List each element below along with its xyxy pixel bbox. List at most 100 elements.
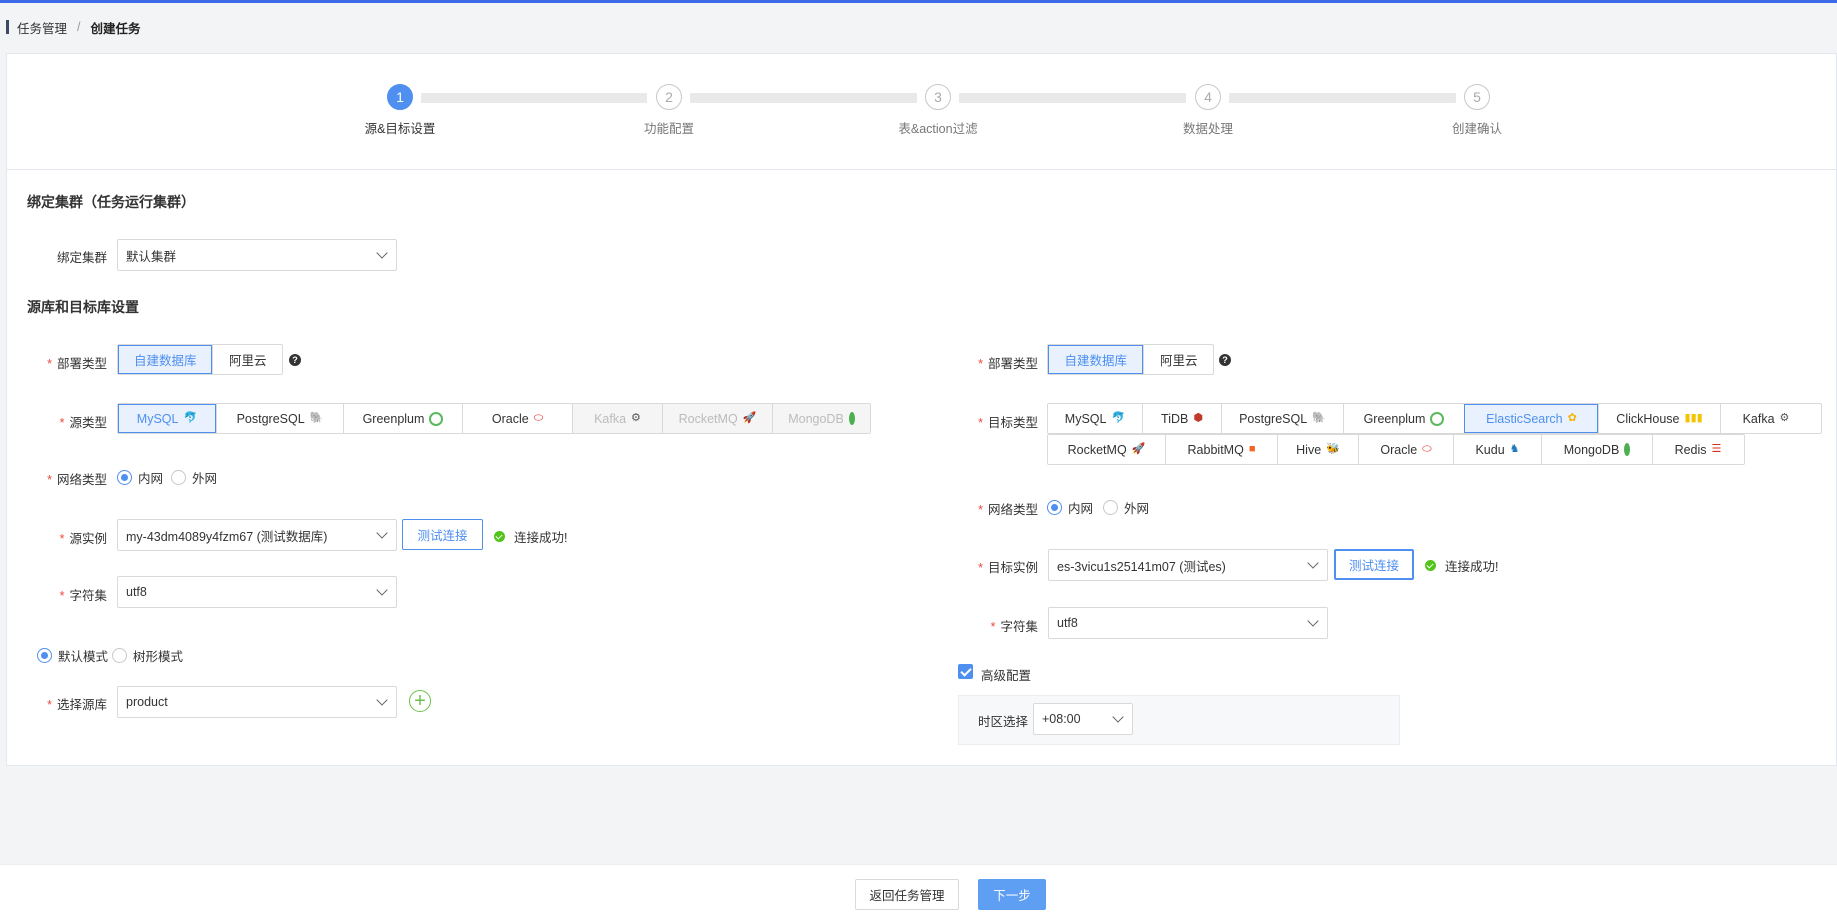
mysql-icon: 🐬 [183,412,198,424]
source-db-label-text: 选择源库 [56,698,107,712]
target-type-oracle-label: Oracle [1380,442,1418,457]
source-network-public-radio[interactable]: 外网 [171,468,217,487]
source-charset-value: utf8 [126,585,147,599]
step-5-circle: 5 [1464,84,1490,110]
target-type-mysql[interactable]: MySQL 🐬 [1048,404,1142,433]
radio-dot-checked [37,648,52,663]
target-type-greenplum-label: Greenplum [1363,411,1426,426]
target-type-postgresql[interactable]: PostgreSQL 🐘 [1221,404,1343,433]
source-instance-select[interactable]: my-43dm4089y4fzm67 (测试数据库) [117,519,397,551]
breadcrumb: 任务管理 / 创建任务 [6,18,141,36]
target-type-greenplum[interactable]: Greenplum [1343,404,1464,433]
target-type-kudu[interactable]: Kudu ♞ [1453,435,1541,464]
source-deploy-aliyun[interactable]: 阿里云 [212,345,282,374]
radio-dot [171,470,186,485]
source-charset-label-text: 字符集 [69,589,107,603]
target-type-rocketmq[interactable]: RocketMQ 🚀 [1048,435,1165,464]
breadcrumb-current: 创建任务 [90,21,141,36]
source-type-oracle-label: Oracle [491,411,529,426]
step-connector-2 [690,93,917,103]
target-test-connection-button[interactable]: 测试连接 [1334,549,1414,580]
target-type-kafka-label: Kafka [1742,411,1775,426]
target-deploy-aliyun[interactable]: 阿里云 [1143,345,1213,374]
target-type-hive[interactable]: Hive 🐝 [1277,435,1358,464]
mongodb-icon [1624,443,1631,456]
source-type-mongodb: MongoDB [772,404,870,433]
breadcrumb-parent-link[interactable]: 任务管理 [17,18,67,37]
target-instance-select[interactable]: es-3vicu1s25141m07 (测试es) [1048,549,1328,581]
source-type-label: * 源类型 [40,412,107,431]
source-connect-status: 连接成功! [494,527,567,546]
source-db-select[interactable]: product [117,686,397,718]
source-instance-value: my-43dm4089y4fzm67 (测试数据库) [126,529,328,544]
source-type-kafka: Kafka ⚙ [572,404,662,433]
help-icon[interactable]: ? [1219,354,1231,366]
timezone-select[interactable]: +08:00 [1033,703,1133,735]
target-type-redis[interactable]: Redis ☰ [1652,435,1743,464]
chevron-down-icon [376,584,388,596]
source-type-oracle[interactable]: Oracle ⬭ [462,404,572,433]
steps-divider [6,169,1837,170]
target-network-public-radio[interactable]: 外网 [1103,498,1149,517]
source-type-greenplum[interactable]: Greenplum [343,404,462,433]
advanced-config-checkbox[interactable] [958,664,973,679]
add-database-icon[interactable]: + [409,690,431,712]
source-deploy-label-text: 部署类型 [56,357,107,371]
target-type-rabbitmq-label: RabbitMQ [1187,442,1244,457]
source-network-intranet-label: 内网 [138,472,164,486]
back-to-task-management-button[interactable]: 返回任务管理 [855,879,959,910]
required-mark: * [978,416,983,430]
radio-dot [1103,500,1118,515]
target-type-mongodb[interactable]: MongoDB [1541,435,1652,464]
target-charset-select[interactable]: utf8 [1048,607,1328,639]
target-deploy-self-hosted[interactable]: 自建数据库 [1048,345,1144,374]
oracle-icon: ⬭ [533,412,544,424]
rocketmq-icon: 🚀 [742,412,757,424]
oracle-icon: ⬭ [1422,443,1432,455]
target-network-intranet-radio[interactable]: 内网 [1047,498,1093,517]
mysql-icon: 🐬 [1111,412,1126,424]
redis-icon: ☰ [1711,443,1722,455]
source-type-mysql[interactable]: MySQL 🐬 [118,404,216,433]
mode-default-label: 默认模式 [58,650,109,664]
source-test-connection-button[interactable]: 测试连接 [402,519,483,550]
target-type-clickhouse[interactable]: ClickHouse ▮▮▮ [1598,404,1720,433]
help-icon[interactable]: ? [289,354,301,366]
db-section-title: 源库和目标库设置 [27,299,139,315]
target-type-rabbitmq[interactable]: RabbitMQ ■ [1165,435,1277,464]
mongodb-icon [848,412,855,425]
mode-tree-radio[interactable]: 树形模式 [112,646,183,665]
target-instance-label: * 目标实例 [971,557,1038,576]
target-type-tidb[interactable]: TiDB ⬢ [1142,404,1221,433]
source-type-mongodb-label: MongoDB [788,411,844,426]
required-mark: * [978,561,983,575]
target-type-elasticsearch[interactable]: ElasticSearch ✿ [1464,404,1598,433]
target-type-oracle[interactable]: Oracle ⬭ [1358,435,1453,464]
step-2-label: 功能配置 [643,122,694,136]
required-mark: * [47,473,52,487]
source-charset-select[interactable]: utf8 [117,576,397,608]
kudu-icon: ♞ [1509,443,1520,455]
source-deploy-segmented: 自建数据库 阿里云 [117,344,283,375]
success-check-icon [494,531,505,542]
target-type-segmented-row2: RocketMQ 🚀 RabbitMQ ■ Hive 🐝 Oracle ⬭ Kudu ♞ … [1047,434,1745,465]
source-deploy-self-hosted[interactable]: 自建数据库 [118,345,213,374]
step-connector-4 [1229,93,1456,103]
kafka-icon: ⚙ [1779,412,1790,424]
source-type-postgresql[interactable]: PostgreSQL 🐘 [216,404,343,433]
cluster-select[interactable]: 默认集群 [117,239,397,271]
chevron-down-icon [1307,557,1319,569]
required-mark: * [47,698,52,712]
chevron-down-icon [1112,711,1124,723]
target-type-kafka[interactable]: Kafka ⚙ [1720,404,1811,433]
mode-default-radio[interactable]: 默认模式 [37,646,108,665]
cluster-section-title: 绑定集群（任务运行集群） [27,194,195,210]
hive-icon: 🐝 [1326,443,1340,455]
step-connector-1 [421,93,647,103]
source-type-rocketmq: RocketMQ 🚀 [662,404,772,433]
source-network-intranet-radio[interactable]: 内网 [117,468,163,487]
target-type-label: * 目标类型 [971,412,1038,431]
next-step-button[interactable]: 下一步 [978,879,1046,910]
target-type-segmented-row1: MySQL 🐬 TiDB ⬢ PostgreSQL 🐘 Greenplum Elast… [1047,403,1822,434]
source-type-rocketmq-label: RocketMQ [678,411,738,426]
